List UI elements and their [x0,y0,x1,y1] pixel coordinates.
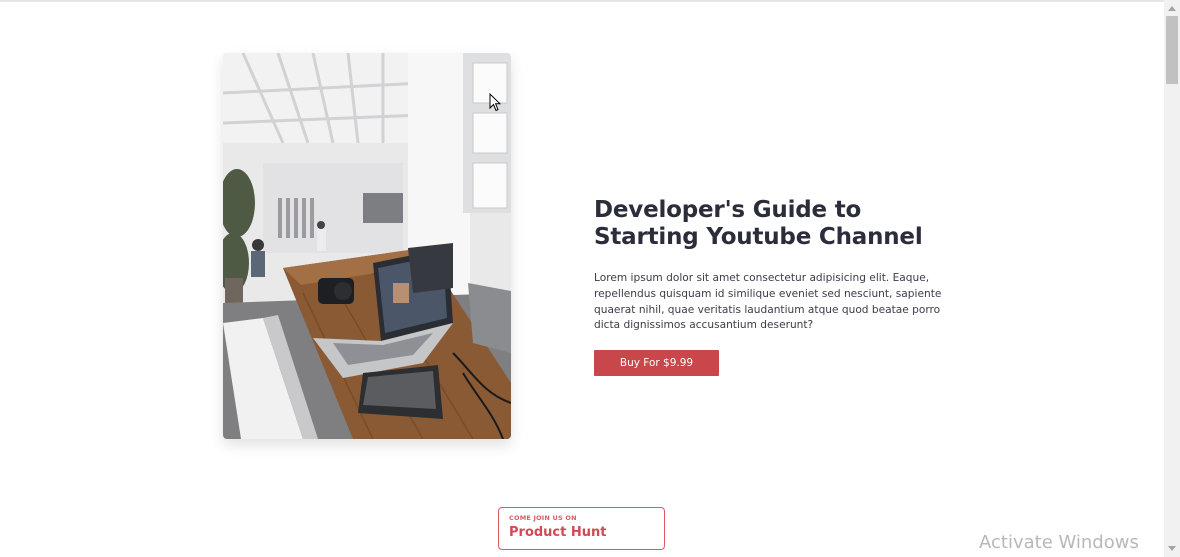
product-hunt-badge[interactable]: COME JOIN US ON Product Hunt [498,507,665,550]
buy-button[interactable]: Buy For $9.99 [594,350,719,377]
vertical-scrollbar[interactable] [1164,0,1180,557]
scrollbar-thumb[interactable] [1166,16,1178,84]
workspace-photo [223,53,511,439]
hero-image [223,53,511,439]
mouse-pointer-icon [489,93,501,112]
product-hunt-name: Product Hunt [509,525,607,540]
scroll-down-arrow-icon[interactable] [1164,541,1180,556]
hero-description: Lorem ipsum dolor sit amet consectetur a… [594,272,942,332]
top-border [0,0,1164,2]
scroll-up-arrow-icon[interactable] [1164,1,1180,16]
hero-text: Developer's Guide to Starting Youtube Ch… [594,197,944,377]
activate-windows-watermark: Activate Windows [979,532,1139,553]
product-hunt-kicker: COME JOIN US ON [509,514,577,522]
hero-title: Developer's Guide to Starting Youtube Ch… [594,197,923,250]
